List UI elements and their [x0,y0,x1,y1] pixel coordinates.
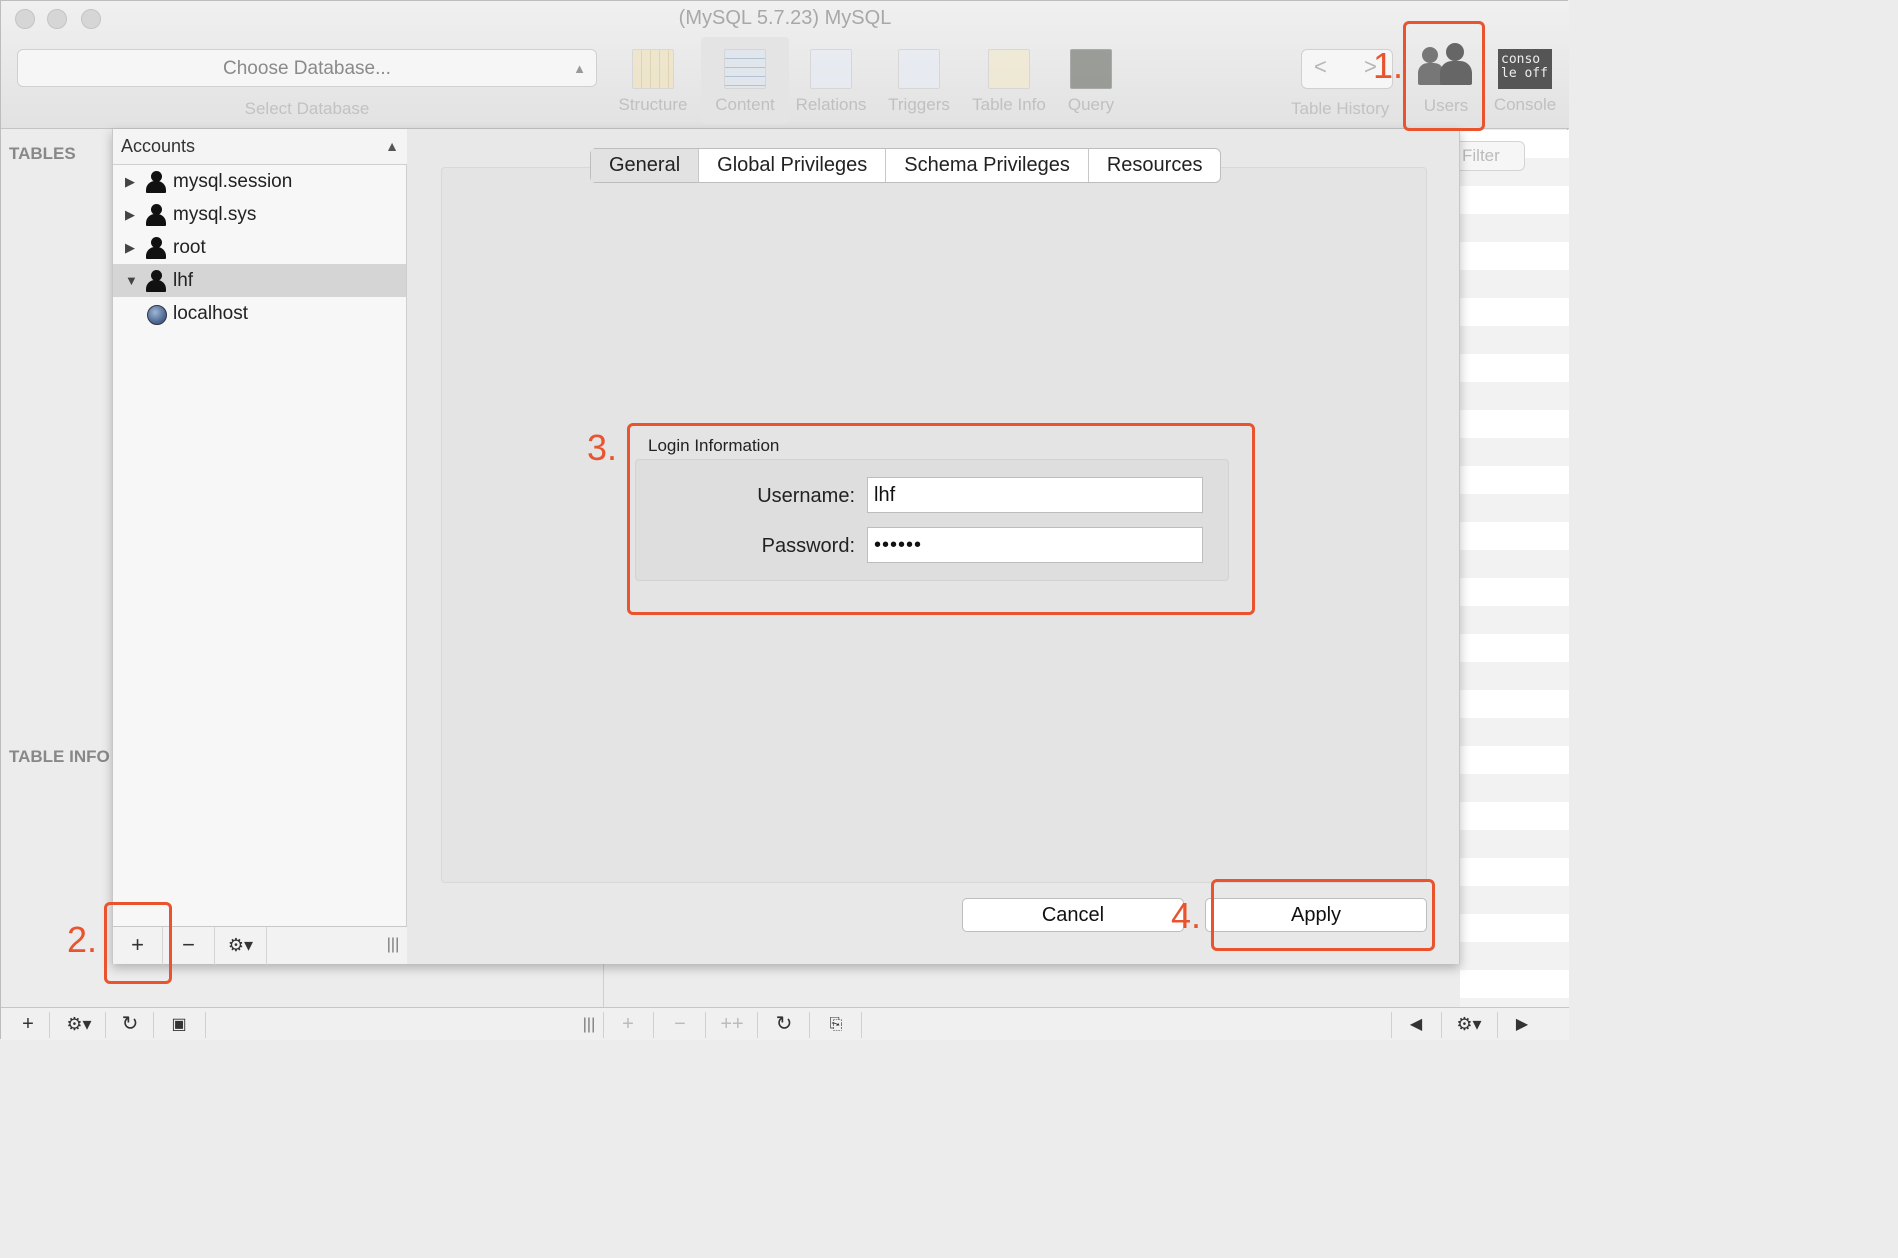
account-label: root [173,237,206,258]
tables-section-label: TABLES [9,144,76,163]
account-label: lhf [173,270,194,291]
table-info-icon [988,49,1030,89]
pagination-gear-icon[interactable]: ⚙▾ [1449,1008,1489,1041]
content-icon [724,49,766,89]
tab-schema-privileges[interactable]: Schema Privileges [886,149,1089,182]
relations-label: Relations [795,95,867,114]
user-icon [145,204,167,228]
resize-handle-icon[interactable]: ||| [379,927,407,965]
table-info-label: Table Info [972,95,1046,114]
disclosure-triangle-icon[interactable]: ▶ [125,198,135,231]
relations-tool-button[interactable]: Relations [787,37,875,125]
account-row[interactable]: ▶ root [113,231,406,264]
user-icon [145,171,167,195]
content-tool-button[interactable]: Content [701,37,789,125]
triggers-icon [898,49,940,89]
relations-icon [810,49,852,89]
user-icon [145,237,167,261]
account-row[interactable]: ▶ mysql.session [113,165,406,198]
tab-general[interactable]: General [591,149,700,182]
user-icon [145,270,167,294]
annotation-box-add [104,902,172,984]
duplicate-row-button[interactable]: ++ [715,1008,749,1041]
account-row-selected[interactable]: ▼ lhf [113,264,406,297]
account-label: mysql.session [173,171,293,192]
refresh-content-icon[interactable]: ↻ [767,1008,801,1041]
filter-field[interactable]: Filter [1453,141,1525,171]
console-icon: conso le off [1498,49,1552,89]
up-down-chevron-icon: ▲ [573,61,586,76]
previous-page-icon[interactable]: ◀ [1399,1008,1433,1041]
account-row[interactable]: ▶ mysql.sys [113,198,406,231]
query-tool-button[interactable]: Query [1047,37,1135,125]
disclosure-triangle-icon[interactable]: ▶ [125,231,135,264]
content-table-background [1460,130,1569,1007]
annotation-box-login [627,423,1255,615]
add-table-button[interactable]: + [11,1008,45,1041]
annotation-step-2: 2. [67,919,98,960]
cancel-button[interactable]: Cancel [962,898,1184,932]
table-history-label: Table History [1291,99,1390,118]
content-label: Content [715,95,775,114]
host-row[interactable]: localhost [113,297,406,330]
console-label: Console [1493,95,1557,114]
remove-row-button[interactable]: − [663,1008,697,1041]
structure-label: Structure [618,95,688,114]
select-database-caption: Select Database [244,99,370,118]
account-label: mysql.sys [173,204,257,225]
annotation-step-4: 4. [1171,895,1202,936]
resize-handle-icon[interactable]: ||| [577,1008,601,1041]
triggers-label: Triggers [888,95,950,114]
triggers-tool-button[interactable]: Triggers [875,37,963,125]
pane-divider [603,964,604,1007]
table-info-tool-button[interactable]: Table Info [965,37,1053,125]
add-row-button[interactable]: + [613,1008,643,1041]
privilege-tabs: General Global Privileges Schema Privile… [590,148,1222,183]
host-label: localhost [173,303,248,324]
gear-menu-button[interactable]: ⚙▾ [57,1008,101,1041]
annotation-step-1: 1. [1373,45,1404,86]
export-icon[interactable]: ⎘ [819,1008,853,1041]
tab-resources[interactable]: Resources [1089,149,1221,182]
filter-menu-icon[interactable]: ▣ [161,1008,197,1041]
bottom-status-bar: + ⚙▾ ↻ ▣ ||| + − ++ ↻ ⎘ ◀ ⚙▾ ▶ [1,1007,1569,1040]
globe-icon [147,305,167,325]
toolbar: (MySQL 5.7.23) MySQL Choose Database... … [1,1,1569,129]
annotation-step-3: 3. [587,427,618,468]
choose-database-label: Choose Database... [223,58,391,79]
query-terminal-icon [1070,49,1112,89]
sort-ascending-icon: ▲ [385,138,399,154]
structure-icon [632,49,674,89]
back-chevron-icon[interactable]: < [1314,54,1327,80]
console-tool-button[interactable]: conso le off Console [1487,37,1563,125]
accounts-outline: Accounts ▲ ▶ mysql.session ▶ mysql.sys ▶… [113,129,407,965]
disclosure-triangle-expanded-icon[interactable]: ▼ [125,264,138,297]
annotation-box-users [1403,21,1485,131]
tab-global-privileges[interactable]: Global Privileges [699,149,887,182]
refresh-icon[interactable]: ↻ [113,1008,147,1041]
query-label: Query [1067,95,1115,114]
accounts-header[interactable]: Accounts ▲ [113,129,407,165]
accounts-header-label: Accounts [121,136,196,156]
table-info-section-label: TABLE INFO [9,747,110,766]
structure-tool-button[interactable]: Structure [609,37,697,125]
disclosure-triangle-icon[interactable]: ▶ [125,165,135,198]
annotation-box-apply [1211,879,1435,951]
next-page-icon[interactable]: ▶ [1505,1008,1539,1041]
window-title: (MySQL 5.7.23) MySQL [678,7,892,29]
app-window: (MySQL 5.7.23) MySQL Choose Database... … [0,0,1569,1040]
choose-database-select[interactable]: Choose Database... ▲ [17,49,597,87]
gear-menu-button[interactable]: ⚙▾ [215,927,267,965]
